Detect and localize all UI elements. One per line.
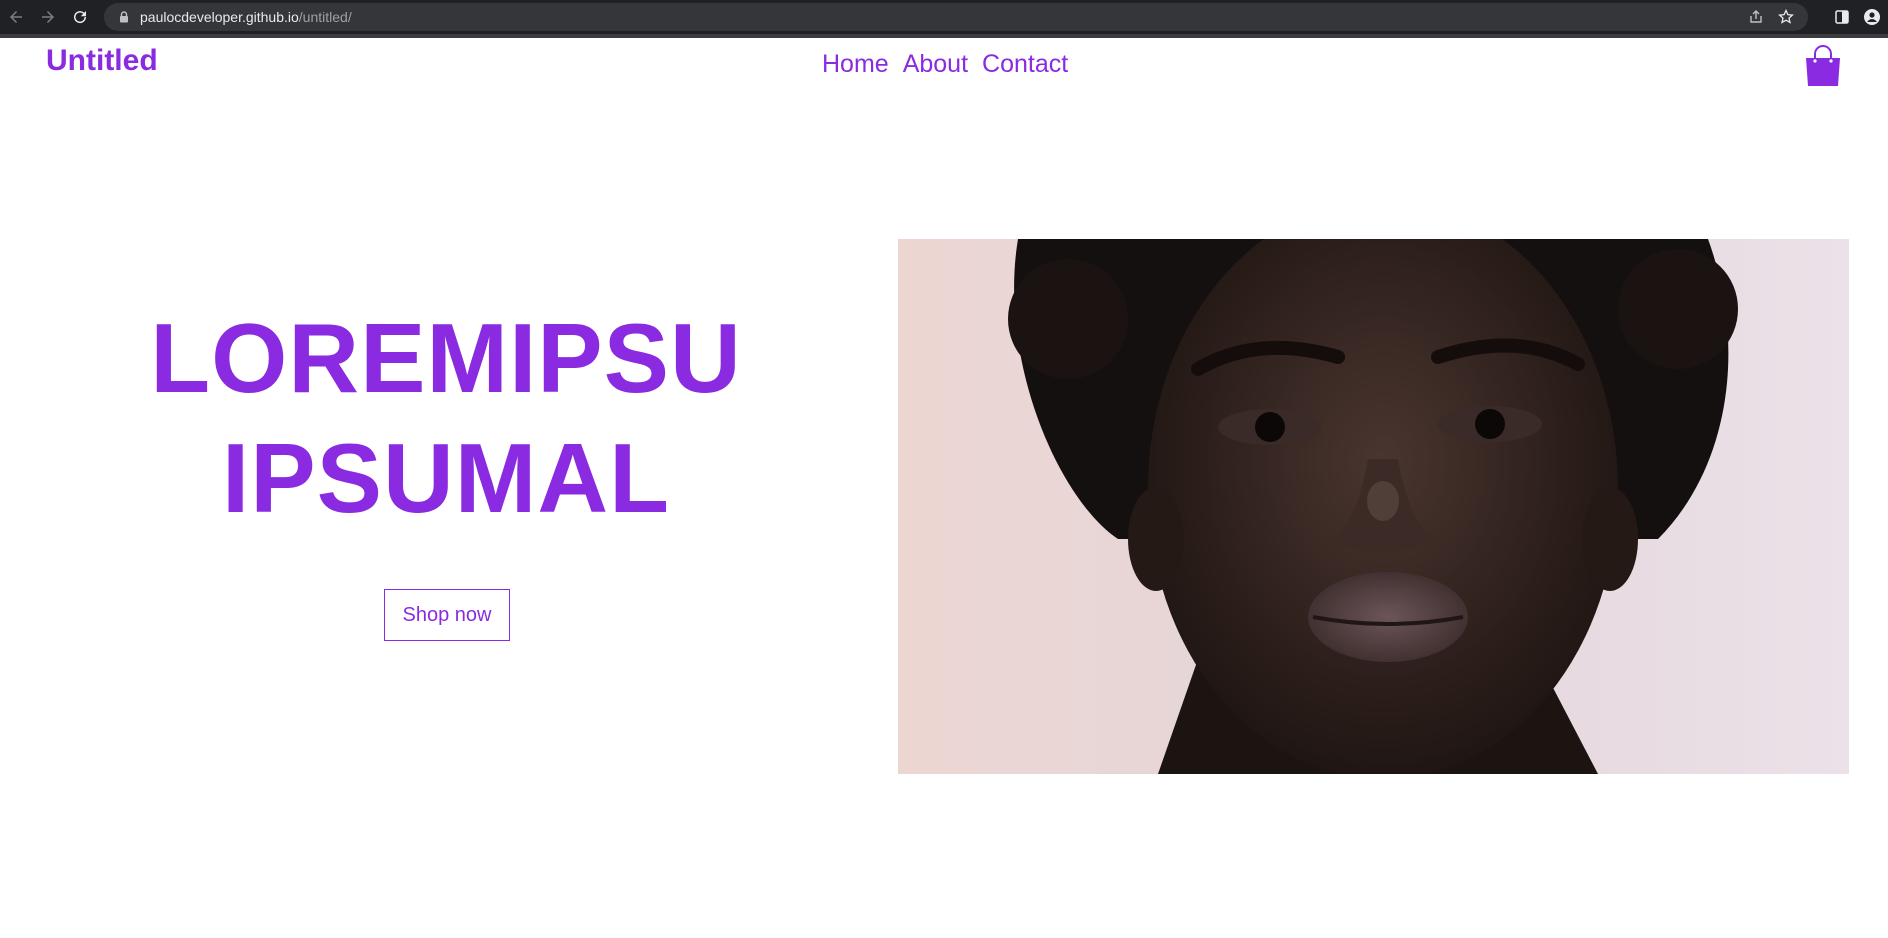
nav-link-about[interactable]: About xyxy=(903,50,968,79)
shop-now-button[interactable]: Shop now xyxy=(384,589,510,641)
main-nav: Home About Contact xyxy=(822,50,1068,79)
hero-heading-line-1: LOREMIPSU xyxy=(150,303,742,413)
hero-image xyxy=(898,239,1849,774)
url-host: paulocdeveloper.github.io xyxy=(140,9,299,25)
hero-heading-line-2: IPSUMAL xyxy=(222,423,670,533)
hero-heading: LOREMIPSU IPSUMAL xyxy=(90,298,802,538)
nav-link-home[interactable]: Home xyxy=(822,50,889,79)
reload-icon xyxy=(74,11,87,24)
back-arrow-icon xyxy=(10,11,22,23)
bookmark-star-icon[interactable] xyxy=(1778,9,1794,25)
shopping-bag-icon[interactable] xyxy=(1804,44,1842,86)
reload-button[interactable] xyxy=(64,0,96,34)
url-text: paulocdeveloper.github.io/untitled/ xyxy=(140,9,352,25)
url-path: /untitled/ xyxy=(298,9,352,25)
profile-avatar-icon[interactable] xyxy=(1864,9,1880,25)
share-icon[interactable] xyxy=(1748,9,1764,25)
lock-icon xyxy=(120,11,128,23)
nav-link-contact[interactable]: Contact xyxy=(982,50,1068,79)
forward-arrow-icon xyxy=(42,11,54,23)
site-logo[interactable]: Untitled xyxy=(46,44,158,78)
forward-button[interactable] xyxy=(32,0,64,34)
side-panel-icon[interactable] xyxy=(1834,9,1850,25)
toolbar-divider xyxy=(0,34,1888,38)
back-button[interactable] xyxy=(0,0,32,34)
address-bar[interactable]: paulocdeveloper.github.io/untitled/ xyxy=(104,3,1808,31)
browser-toolbar: paulocdeveloper.github.io/untitled/ xyxy=(0,0,1888,34)
portrait-photo xyxy=(898,239,1849,774)
